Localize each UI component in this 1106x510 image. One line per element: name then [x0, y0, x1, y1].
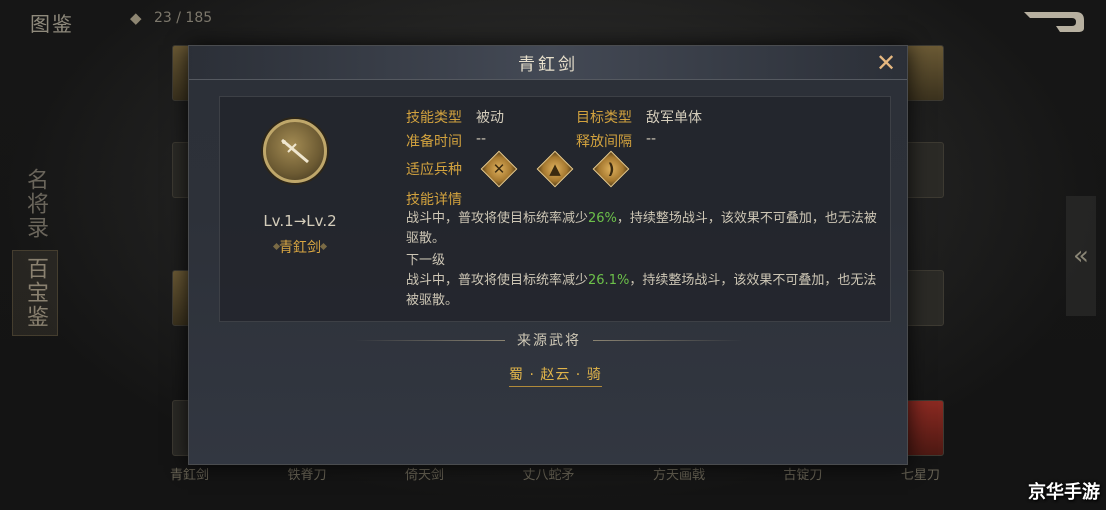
- treasure-label: 丈八蛇矛: [522, 468, 575, 483]
- target-type-value: 敌军单体: [646, 110, 702, 126]
- troop-icon-list: ✕ ▲ ): [480, 150, 630, 188]
- treasure-label: 倚天剑: [404, 468, 444, 483]
- level-indicator: Lv.1→Lv.2: [263, 212, 337, 230]
- target-type-label: 目标类型: [576, 110, 632, 126]
- source-general-link[interactable]: 蜀 · 赵云 · 骑: [509, 364, 602, 387]
- dialog-header: 青釭剑: [189, 46, 907, 80]
- sword-icon: [263, 119, 327, 183]
- source-divider: 来源武将: [349, 330, 749, 350]
- troop-type-row: 适应兵种: [406, 159, 462, 179]
- treasure-label: 方天画戟: [652, 468, 705, 483]
- treasure-name-row: 青釭剑 铁脊刀 倚天剑 丈八蛇矛 方天画戟 古锭刀 七星刀: [170, 464, 940, 483]
- expand-arrow-icon[interactable]: «: [1066, 196, 1096, 316]
- prep-time-value: --: [476, 131, 487, 147]
- prep-time-row: 准备时间 --: [406, 131, 486, 151]
- treasure-label: 七星刀: [900, 468, 940, 483]
- skill-type-value: 被动: [476, 110, 504, 126]
- source-label: 来源武将: [517, 333, 581, 349]
- treasure-name: 青釭剑: [279, 240, 321, 256]
- collection-counter: ◆ 23 / 185: [130, 10, 212, 26]
- treasure-label: 青釭剑: [170, 468, 210, 483]
- divider-line: [593, 339, 743, 341]
- skill-description-current: 战斗中，普攻将使目标统率减少26%，持续整场战斗，该效果不可叠加，也无法被驱散。: [406, 209, 886, 249]
- release-interval-value: --: [646, 131, 657, 147]
- skill-type-row: 技能类型 被动: [406, 107, 504, 127]
- crossed-swords-icon: ✕: [480, 150, 518, 188]
- dialog-title: 青釭剑: [518, 55, 578, 75]
- tab-famous-generals[interactable]: 名将录: [12, 168, 58, 240]
- desc-value: 26%: [588, 211, 617, 226]
- treasure-label: 铁脊刀: [287, 468, 327, 483]
- bow-icon: ): [592, 150, 630, 188]
- prep-time-label: 准备时间: [406, 134, 462, 150]
- watermark: 京华手游: [1028, 482, 1100, 503]
- horse-icon: ▲: [536, 150, 574, 188]
- treasure-label: 古锭刀: [783, 468, 823, 483]
- tab-treasures[interactable]: 百宝鉴: [12, 250, 58, 336]
- counter-text: 23 / 185: [154, 10, 213, 26]
- desc-text: 战斗中，普攻将使目标统率减少: [406, 273, 589, 288]
- close-icon[interactable]: ✕: [875, 51, 897, 75]
- target-type-row: 目标类型 敌军单体: [576, 107, 702, 127]
- release-interval-label: 释放间隔: [576, 134, 632, 150]
- divider-line: [355, 339, 505, 341]
- skill-detail-heading: 技能详情: [406, 192, 462, 208]
- troop-type-label: 适应兵种: [406, 162, 462, 178]
- desc-value: 26.1%: [588, 273, 630, 288]
- skill-description-next: 战斗中，普攻将使目标统率减少26.1%，持续整场战斗，该效果不可叠加，也无法被驱…: [406, 271, 886, 311]
- desc-text: 战斗中，普攻将使目标统率减少: [406, 211, 589, 226]
- release-interval-row: 释放间隔 --: [576, 131, 656, 151]
- back-button[interactable]: [1020, 8, 1088, 36]
- skill-info-panel: Lv.1→Lv.2 青釭剑 技能类型 被动 目标类型 敌军单体 准备时间 -- …: [219, 96, 891, 322]
- gem-icon: ◆: [130, 9, 142, 27]
- skill-type-label: 技能类型: [406, 110, 462, 126]
- treasure-detail-dialog: 青釭剑 ✕ Lv.1→Lv.2 青釭剑 技能类型 被动 目标类型 敌军单体 准备…: [188, 45, 908, 465]
- next-level-heading: 下一级: [406, 253, 446, 268]
- page-title: 图鉴: [30, 12, 74, 36]
